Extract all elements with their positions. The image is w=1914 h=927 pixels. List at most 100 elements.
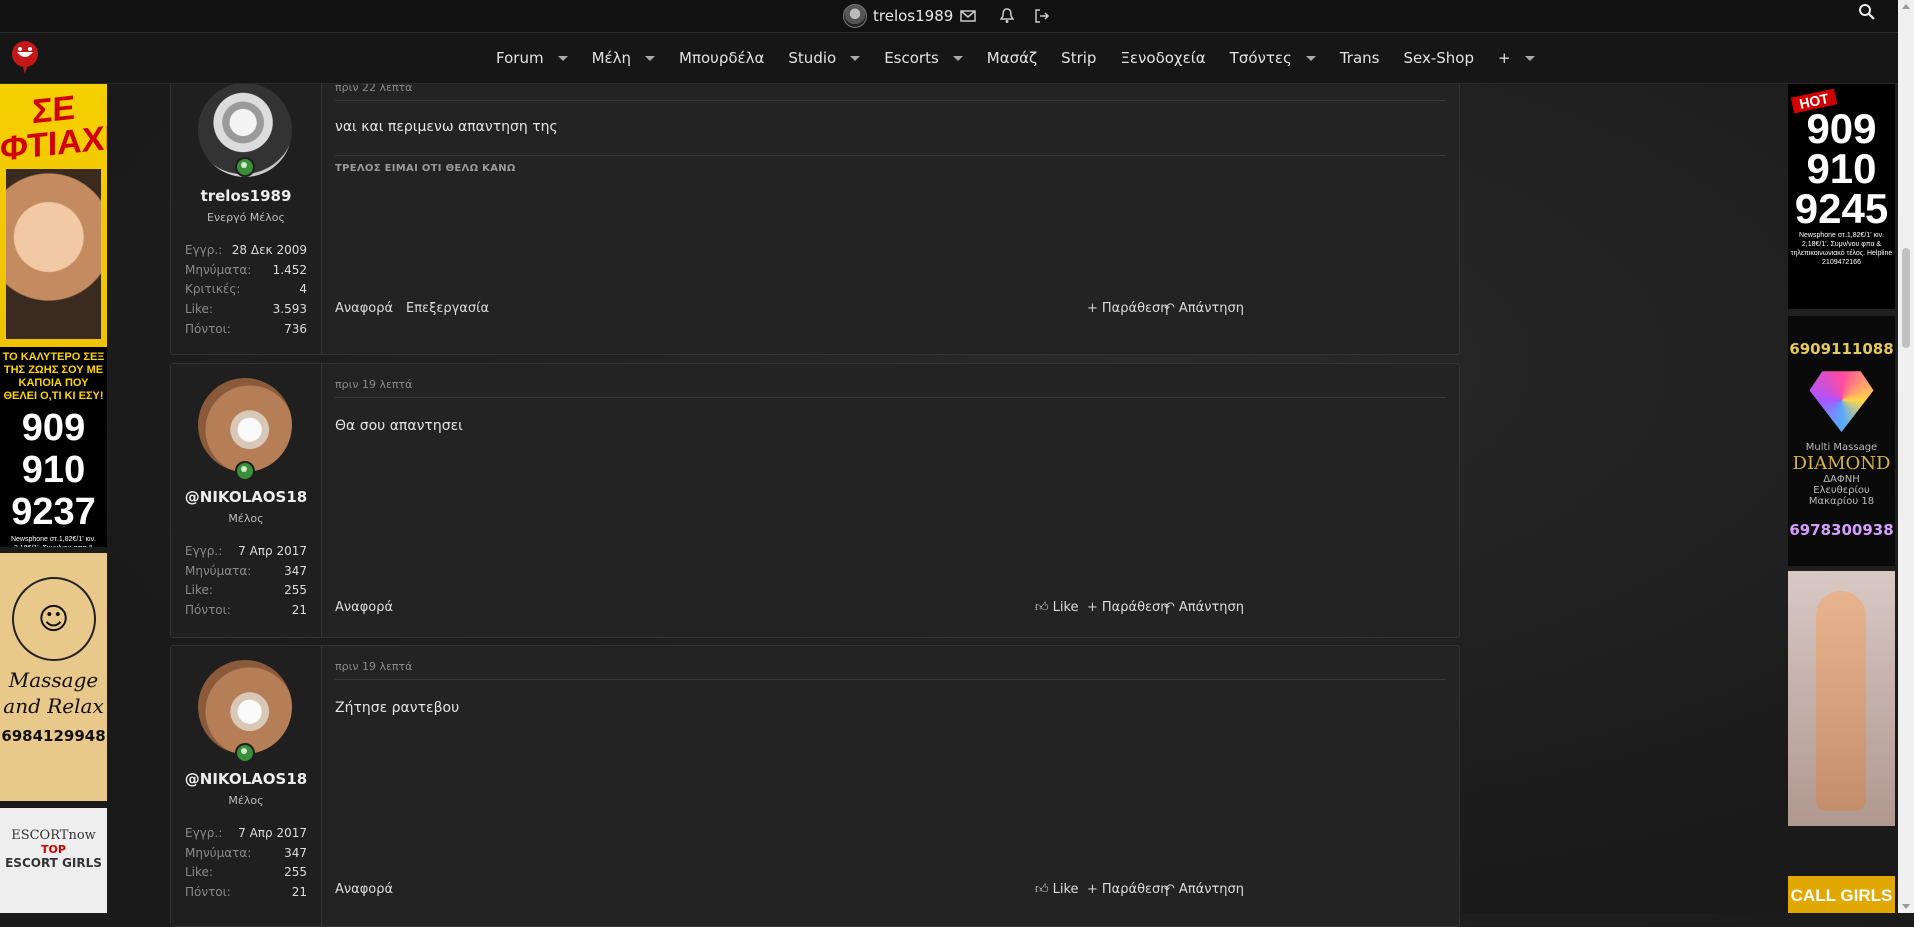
search-icon[interactable] [1858, 3, 1882, 27]
stat-key: Κριτικές: [185, 282, 241, 297]
post-signature: ΤΡΕΛΟΣ ΕΙΜΑΙ ΟΤΙ ΘΕΛΩ ΚΑΝΩ [335, 163, 516, 174]
user-menu[interactable]: trelos1989 [843, 3, 953, 29]
post-username[interactable]: trelos1989 [171, 187, 321, 205]
ad-banner-model[interactable] [1788, 571, 1895, 826]
post-action-reply[interactable]: ↶ Απάντηση [1164, 301, 1244, 316]
scrollbar-thumb[interactable] [1902, 248, 1910, 348]
nav-item[interactable]: Trans [1328, 33, 1392, 83]
scroll-up-icon[interactable] [1902, 4, 1910, 9]
nav-item[interactable]: Μέλη [580, 33, 667, 83]
plus-icon: + [1087, 882, 1098, 897]
stat-value: 736 [284, 321, 307, 336]
ad-phone-1: 6909111088 [1789, 340, 1894, 358]
post-username[interactable]: @NIKOLAOS18 [171, 488, 321, 506]
post-time[interactable]: πριν 19 λεπτά [335, 378, 412, 391]
ad-banner-massage-relax[interactable]: ☺ Massage and Relax 6984129948 [0, 553, 107, 801]
stat-value: 21 [291, 602, 307, 617]
stat-value: 347 [284, 845, 307, 860]
ad-banner-hot-right[interactable]: HOT 909 910 9245 Newsphone στ.1,82€/1' κ… [1788, 83, 1895, 309]
user-stat: Πόντοι: 21 [185, 885, 307, 899]
stat-value: 1.452 [272, 262, 307, 277]
post-action-like[interactable]: 👍︎ Like [1035, 600, 1079, 615]
user-stat: Εγγρ.: 7 Απρ 2017 [185, 544, 307, 558]
chevron-down-icon[interactable] [952, 55, 963, 61]
stat-key: Μηνύματα: [185, 262, 252, 277]
ad-banner-call-girls[interactable]: CALL GIRLS [1788, 876, 1895, 913]
nav-item-label: Μπουρδέλα [679, 49, 765, 67]
ad-address: Ελευθερίου Μακαρίου 18 [1808, 485, 1875, 507]
username-label: trelos1989 [873, 7, 954, 25]
site-logo[interactable] [9, 38, 41, 76]
ad-phone-2: 6978300938 [1789, 521, 1894, 539]
ad-photo [6, 169, 101, 339]
forum-post: trelos1989 Ενεργό Μέλος Εγγρ.: 28 Δεκ 2009 Μ… [170, 70, 1460, 355]
chevron-down-icon[interactable] [1524, 55, 1535, 61]
post-action-plus[interactable]: + Παράθεση [1087, 600, 1169, 615]
stat-value: 28 Δεκ 2009 [231, 243, 307, 257]
nav-item[interactable]: Ξενοδοχεία [1108, 33, 1217, 83]
post-action-reply[interactable]: ↶ Απάντηση [1164, 882, 1244, 897]
ad-banner-vip-diamond[interactable]: 6909111088 Multi Massage DIAMOND ΔΑΦΝΗ Ε… [1788, 316, 1895, 566]
stat-value: 7 Απρ 2017 [238, 544, 307, 558]
user-stat: Πόντοι: 21 [185, 603, 307, 617]
post-action-report[interactable]: Αναφορά [335, 882, 393, 897]
nav-item-label: Μέλη [591, 49, 631, 67]
nav-item[interactable]: Τσόντες [1218, 33, 1328, 83]
logout-icon[interactable] [1031, 5, 1053, 27]
nav-item[interactable]: Μπουρδέλα [667, 33, 776, 83]
post-action-plus[interactable]: + Παράθεση [1087, 882, 1169, 897]
user-avatar[interactable] [198, 660, 292, 754]
ad-banner-hot-left[interactable]: ΣΕ ΦΤΙΑΧΝΩ? ΤΟ ΚΑΛΥΤΕΡΟ ΣΕΞ ΤΗΣ ΖΩΗΣ ΣΟΥ… [0, 83, 107, 547]
chevron-down-icon[interactable] [850, 55, 861, 61]
reply-icon: ↶ [1164, 882, 1175, 897]
stat-key: Πόντοι: [185, 602, 231, 617]
ad-fine-print: Newsphone στ.1,82€/1' κιν. 2,18€/1'. Συμ… [0, 533, 107, 547]
chevron-down-icon[interactable] [645, 55, 655, 61]
post-username[interactable]: @NIKOLAOS18 [171, 770, 321, 788]
scroll-down-icon[interactable] [1902, 904, 1910, 909]
signature-divider [335, 155, 1445, 156]
nav-item[interactable]: + [1486, 33, 1547, 83]
stat-key: Πόντοι: [185, 884, 231, 899]
post-action-label: Απάντηση [1178, 301, 1245, 316]
forum-post: @NIKOLAOS18 Μέλος Εγγρ.: 7 Απρ 2017 Μηνύματα… [170, 363, 1460, 638]
stat-value: 21 [291, 884, 307, 899]
chevron-down-icon[interactable] [1305, 55, 1316, 61]
post-action-report[interactable]: Αναφορά [335, 301, 393, 316]
post-action-report[interactable]: Αναφορά [335, 600, 393, 615]
ad-number-2: 910 [0, 449, 107, 491]
post-divider [335, 679, 1445, 680]
post-action-plus[interactable]: + Παράθεση [1087, 301, 1169, 316]
post-action-edit[interactable]: Επεξεργασία [406, 301, 489, 316]
stat-value: 255 [284, 865, 307, 879]
online-status-icon [235, 743, 255, 763]
bell-icon[interactable] [996, 5, 1018, 27]
nav-item-label: Studio [788, 49, 837, 67]
nav-item-label: Μασάζ [986, 49, 1038, 67]
chevron-down-icon[interactable] [557, 55, 568, 61]
ad-banner-escort-now[interactable]: ESCORTnow TOP ESCORT GIRLS [0, 808, 107, 913]
ad-area: ΔΑΦΝΗ [1823, 474, 1860, 485]
user-stat: Κριτικές: 4 [185, 282, 307, 296]
reply-icon: ↶ [1164, 301, 1175, 316]
post-action-label: Παράθεση [1101, 301, 1169, 316]
post-action-reply[interactable]: ↶ Απάντηση [1164, 600, 1244, 615]
post-divider [335, 100, 1445, 101]
stat-key: Πόντοι: [185, 321, 231, 336]
user-stat: Εγγρ.: 7 Απρ 2017 [185, 826, 307, 840]
nav-item[interactable]: Μασάζ [975, 33, 1049, 83]
mail-icon[interactable] [957, 5, 979, 27]
user-stat: Like: 255 [185, 865, 307, 879]
nav-item-label: Τσόντες [1229, 49, 1292, 67]
ad-headline: ΣΕ ΦΤΙΑΧΝΩ? [0, 88, 107, 169]
nav-item[interactable]: Studio [776, 33, 872, 83]
nav-item[interactable]: Forum [484, 33, 580, 83]
post-action-like[interactable]: 👍︎ Like [1035, 882, 1079, 897]
nav-item[interactable]: Strip [1049, 33, 1108, 83]
nav-item[interactable]: Sex-Shop [1391, 33, 1486, 83]
user-avatar[interactable] [198, 378, 292, 472]
stat-value: 3.593 [272, 302, 307, 317]
nav-item[interactable]: Escorts [872, 33, 975, 83]
page-scrollbar[interactable] [1898, 0, 1914, 913]
post-time[interactable]: πριν 19 λεπτά [335, 660, 412, 673]
